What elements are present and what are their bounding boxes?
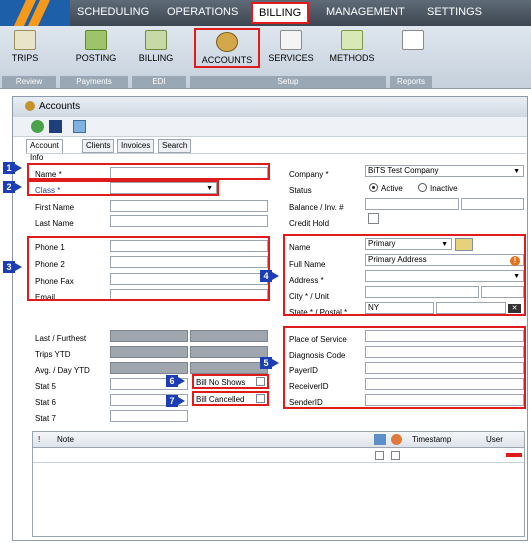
trips-ytd-extra-field [190, 346, 268, 358]
trips-ytd-field [110, 346, 188, 358]
status-inactive-radio[interactable] [418, 183, 427, 192]
tab-search[interactable]: Search [158, 139, 192, 153]
status-active-label: Active [381, 184, 403, 193]
company-select[interactable]: BiTS Test Company ▼ [365, 165, 524, 177]
chevron-down-icon: ▼ [513, 168, 520, 175]
highlight-name [27, 163, 270, 180]
accounts-window-icon [25, 101, 35, 111]
nav-operations[interactable]: OPERATIONS [167, 6, 238, 18]
notes-new-row[interactable] [33, 449, 524, 463]
vehicle-icon [374, 434, 386, 445]
tab-clients[interactable]: Clients [82, 139, 115, 153]
trips-icon [14, 30, 36, 50]
last-field [110, 330, 188, 342]
window-title: Accounts [39, 101, 81, 112]
billing-edi-button[interactable]: BILLING [134, 28, 178, 73]
vehicle-checkbox[interactable] [375, 451, 384, 460]
col-note[interactable]: Note [57, 435, 74, 444]
person-checkbox[interactable] [391, 451, 400, 460]
window-toolbar [13, 117, 527, 137]
add-record-icon[interactable] [31, 120, 44, 133]
invoice-number-field [461, 198, 524, 210]
marker-3: 3 [3, 261, 22, 273]
save-icon[interactable] [49, 120, 62, 133]
services-button[interactable]: SERVICES [264, 28, 318, 73]
nav-management[interactable]: MANAGEMENT [326, 6, 405, 18]
posting-icon [85, 30, 107, 50]
avg-day-ytd-label: Avg. / Day YTD [35, 366, 90, 375]
balance-label: Balance / Inv. # [289, 203, 344, 212]
marker-2: 2 [3, 181, 22, 193]
services-icon [280, 30, 302, 50]
group-reports: Reports [390, 76, 432, 88]
last-name-input[interactable] [110, 215, 268, 227]
col-timestamp[interactable]: Timestamp [412, 435, 451, 444]
credit-hold-checkbox[interactable] [368, 213, 379, 224]
group-payments: Payments [60, 76, 128, 88]
status-label: Status [289, 186, 312, 195]
methods-icon [341, 30, 363, 50]
radio-dot-icon [372, 186, 375, 189]
marker-1: 1 [3, 162, 22, 174]
ribbon: TRIPS POSTING BILLING ACCOUNTS SERVICES … [0, 26, 531, 89]
tab-divider [26, 153, 526, 154]
chart-icon [402, 30, 424, 50]
nav-billing[interactable]: BILLING [251, 2, 310, 24]
person-icon [391, 434, 402, 445]
highlight-bill-no-shows [192, 374, 269, 389]
status-inactive-label: Inactive [430, 184, 458, 193]
tab-invoices[interactable]: Invoices [117, 139, 155, 153]
tab-account-info[interactable]: Account Info [26, 139, 63, 162]
highlight-contact [27, 236, 270, 301]
marker-5: 5 [260, 357, 279, 369]
day-ytd-field [190, 362, 268, 374]
first-name-input[interactable] [110, 200, 268, 212]
highlight-billing-ids [283, 326, 526, 409]
last-furthest-label: Last / Furthest [35, 334, 87, 343]
highlight-address [283, 234, 526, 316]
stat7-label: Stat 7 [35, 414, 56, 423]
marker-4: 4 [260, 270, 279, 282]
methods-button[interactable]: METHODS [324, 28, 380, 73]
col-flag: ! [38, 435, 41, 444]
balance-field [365, 198, 459, 210]
furthest-field [190, 330, 268, 342]
stat5-label: Stat 5 [35, 382, 56, 391]
avg-field [110, 362, 188, 374]
nav-settings[interactable]: SETTINGS [427, 6, 482, 18]
highlight-class [27, 180, 219, 196]
window-titlebar: Accounts [13, 97, 527, 117]
posting-button[interactable]: POSTING [70, 28, 122, 73]
top-nav-bar: SCHEDULING OPERATIONS BILLING MANAGEMENT… [0, 0, 531, 26]
stat7-input[interactable] [110, 410, 188, 422]
status-active-radio[interactable] [369, 183, 378, 192]
app-logo [0, 0, 70, 26]
stat6-label: Stat 6 [35, 398, 56, 407]
col-user[interactable]: User [486, 435, 503, 444]
notes-header: ! Note Timestamp User [33, 432, 524, 448]
accounts-button[interactable]: ACCOUNTS [194, 28, 260, 68]
company-label: Company * [289, 170, 329, 179]
nav-scheduling[interactable]: SCHEDULING [77, 6, 149, 18]
reports-chart-button[interactable] [392, 28, 434, 73]
credit-hold-label: Credit Hold [289, 219, 330, 228]
group-edi: EDI [132, 76, 186, 88]
accounts-icon [216, 32, 238, 52]
trips-button[interactable]: TRIPS [4, 28, 46, 73]
highlight-bill-cancelled [192, 391, 269, 406]
billing-icon [145, 30, 167, 50]
marker-6: 6 [166, 375, 185, 387]
last-name-label: Last Name [35, 219, 74, 228]
delete-row-icon[interactable] [506, 453, 522, 457]
group-review: Review [2, 76, 56, 88]
view-icon[interactable] [73, 120, 86, 133]
first-name-label: First Name [35, 203, 75, 212]
group-setup: Setup [190, 76, 386, 88]
trips-ytd-label: Trips YTD [35, 350, 71, 359]
marker-7: 7 [166, 395, 185, 407]
